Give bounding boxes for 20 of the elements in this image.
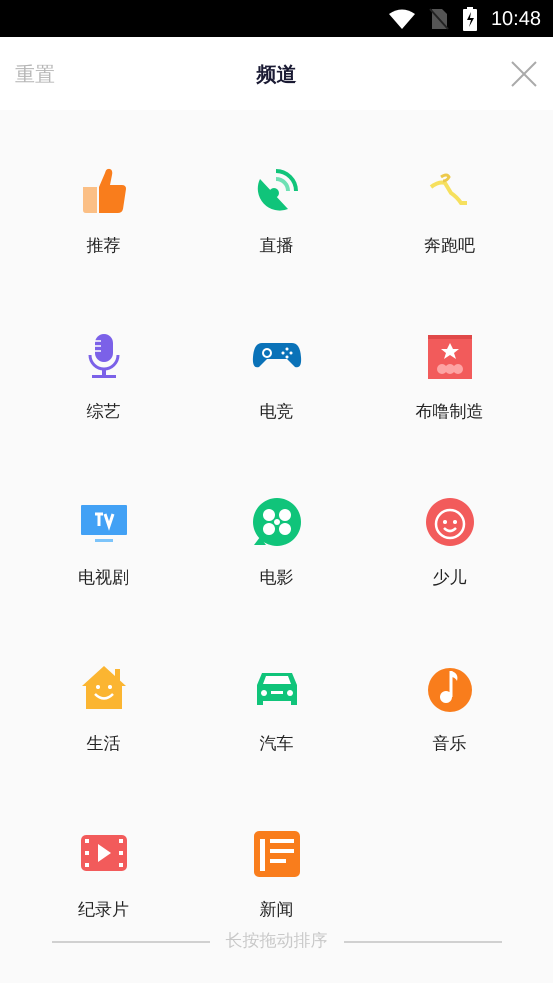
- channel-item[interactable]: 少儿: [363, 442, 536, 608]
- channel-item[interactable]: 生活: [17, 608, 190, 774]
- header-title: 频道: [256, 60, 296, 88]
- film-reel-icon: [252, 497, 302, 547]
- wifi-icon: [388, 8, 415, 28]
- battery-charging-icon: [462, 6, 477, 30]
- status-time: 10:48: [490, 6, 541, 32]
- channel-item[interactable]: 电影: [190, 442, 363, 608]
- newspaper-icon: [252, 829, 302, 879]
- baby-face-icon: [424, 497, 474, 547]
- no-sim-icon: [428, 8, 449, 30]
- channel-item[interactable]: 奔跑吧: [363, 110, 536, 276]
- channel-item[interactable]: 推荐: [17, 110, 190, 276]
- channel-item[interactable]: 电竞: [190, 276, 363, 442]
- channel-item[interactable]: 布噜制造: [363, 276, 536, 442]
- channel-item[interactable]: 音乐: [363, 608, 536, 774]
- channel-item[interactable]: 综艺: [17, 276, 190, 442]
- channel-item[interactable]: 电视剧: [17, 442, 190, 608]
- channel-item[interactable]: 直播: [190, 110, 363, 276]
- channel-item[interactable]: 汽车: [190, 608, 363, 774]
